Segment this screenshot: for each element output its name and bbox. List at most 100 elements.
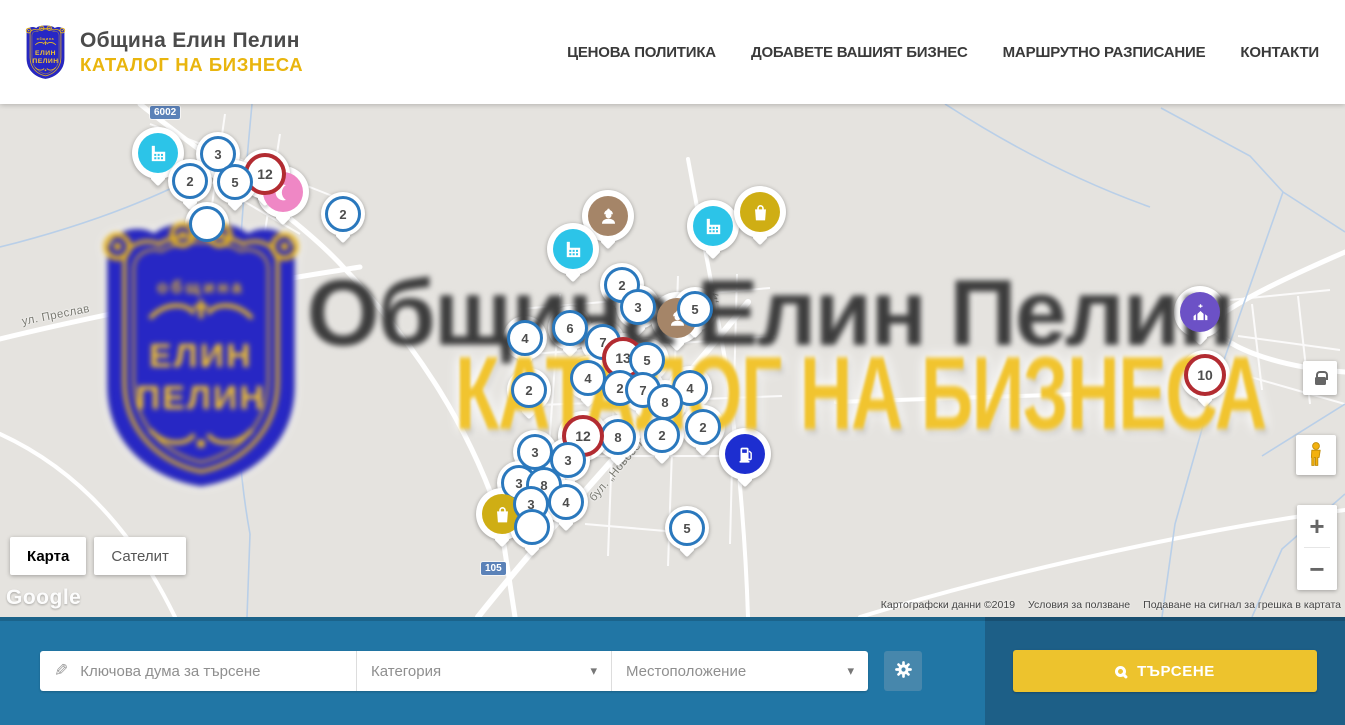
- map-type-switcher: КартаСателит: [10, 537, 186, 575]
- business-pin-bag[interactable]: [734, 186, 786, 238]
- cluster-marker[interactable]: 2: [507, 368, 551, 412]
- cluster-count: 8: [614, 430, 621, 445]
- chevron-down-icon: ▾: [847, 663, 854, 679]
- cluster-ring: 6: [552, 310, 588, 346]
- site-brand[interactable]: община ЕЛИН ПЕЛИН Община Елин Пелин КАТА…: [22, 24, 303, 81]
- pegman-streetview-button[interactable]: [1296, 435, 1336, 475]
- worker-icon: [588, 196, 628, 236]
- gear-icon: [894, 660, 913, 682]
- cluster-marker[interactable]: 2: [640, 413, 684, 457]
- header: община ЕЛИН ПЕЛИН Община Елин Пелин КАТА…: [0, 0, 1345, 104]
- location-select[interactable]: Местоположение ▾: [611, 651, 868, 691]
- cluster-ring: 3: [620, 289, 656, 325]
- map-canvas[interactable]: 6002105 ул. Преславбул. „Новоселци“ 1232…: [0, 104, 1345, 617]
- cluster-count: 4: [686, 381, 693, 396]
- attribution-report-map-error[interactable]: Подаване на сигнал за грешка в картата: [1143, 599, 1341, 611]
- chevron-down-icon: ▾: [590, 663, 597, 679]
- bag-icon: [740, 192, 780, 232]
- cluster-marker[interactable]: 2: [321, 192, 365, 236]
- site-title: Община Елин Пелин: [80, 29, 303, 53]
- cluster-ring: 2: [685, 409, 721, 445]
- cluster-count: 4: [584, 371, 591, 386]
- cluster-marker[interactable]: 2: [681, 405, 725, 449]
- cluster-count: 2: [699, 420, 706, 435]
- cluster-count: 4: [521, 331, 528, 346]
- cluster-ring: 2: [511, 372, 547, 408]
- nav-item-add-your-business[interactable]: ДОБАВЕТЕ ВАШИЯТ БИЗНЕС: [751, 44, 968, 61]
- fuel-icon: [725, 434, 765, 474]
- attribution-map-data-copyright: Картографски данни ©2019: [881, 599, 1015, 611]
- cluster-count: 6: [566, 321, 573, 336]
- cluster-count: 4: [562, 495, 569, 510]
- nav-item-pricing-policy[interactable]: ЦЕНОВА ПОЛИТИКА: [567, 44, 716, 61]
- nav-item-contacts[interactable]: КОНТАКТИ: [1240, 44, 1319, 61]
- cluster-marker[interactable]: 10: [1180, 350, 1230, 400]
- cluster-ring: 2: [644, 417, 680, 453]
- search-fields-group: ✎ Категория ▾ Местоположение ▾: [40, 651, 868, 691]
- cluster-marker[interactable]: 4: [503, 316, 547, 360]
- cluster-ring: 2: [325, 196, 361, 232]
- cluster-marker[interactable]: 5: [665, 506, 709, 550]
- search-bar-left: ✎ Категория ▾ Местоположение ▾: [0, 617, 985, 725]
- category-select[interactable]: Категория ▾: [356, 651, 611, 691]
- search-button-label: ТЪРСЕНЕ: [1137, 663, 1215, 680]
- cluster-count: 12: [575, 428, 591, 444]
- cluster-count: 5: [691, 302, 698, 317]
- zoom-in-button[interactable]: +: [1297, 505, 1337, 547]
- factory-icon: [553, 229, 593, 269]
- cluster-count: 5: [231, 175, 238, 190]
- cluster-count: 3: [634, 300, 641, 315]
- svg-text:ЕЛИН: ЕЛИН: [35, 49, 56, 56]
- zoom-out-button[interactable]: −: [1297, 548, 1337, 590]
- lock-icon: [1315, 377, 1326, 385]
- cluster-count: 10: [1197, 367, 1213, 383]
- cluster-ring: 2: [172, 163, 208, 199]
- main-nav: ЦЕНОВА ПОЛИТИКА ДОБАВЕТЕ ВАШИЯТ БИЗНЕС МАР…: [567, 44, 1319, 61]
- svg-text:община: община: [37, 36, 55, 40]
- road-number-label: 6002: [150, 106, 180, 119]
- attribution-terms-of-use[interactable]: Условия за ползване: [1028, 599, 1130, 611]
- pencil-icon: ✎: [54, 661, 68, 681]
- pegman-icon: [1304, 441, 1328, 470]
- search-bar: ✎ Категория ▾ Местоположение ▾: [0, 617, 1345, 725]
- cluster-ring: 5: [677, 291, 713, 327]
- cluster-count: 2: [618, 278, 625, 293]
- search-submit-button[interactable]: ТЪРСЕНЕ: [1013, 650, 1317, 692]
- business-pin-church[interactable]: [1174, 286, 1226, 338]
- page: община ЕЛИН ПЕЛИН Община Елин Пелин КАТА…: [0, 0, 1345, 725]
- map-type-button-satellite[interactable]: Сателит: [94, 537, 186, 575]
- cluster-count: 2: [339, 207, 346, 222]
- location-select-label: Местоположение: [626, 663, 839, 680]
- map-attribution: Картографски данни ©2019 Условия за ползв…: [881, 599, 1341, 611]
- google-logo[interactable]: Google: [6, 586, 81, 610]
- cluster-ring: 4: [570, 360, 606, 396]
- cluster-ring: 5: [669, 510, 705, 546]
- cluster-marker[interactable]: [185, 202, 229, 246]
- business-pin-factory[interactable]: [547, 223, 599, 275]
- road-number-label: 105: [481, 562, 506, 575]
- cluster-count: 7: [639, 383, 646, 398]
- keyword-input[interactable]: [78, 662, 342, 681]
- business-pin-fuel[interactable]: [719, 428, 771, 480]
- municipality-crest-logo: община ЕЛИН ПЕЛИН: [22, 24, 69, 81]
- cluster-ring: 5: [217, 164, 253, 200]
- site-subtitle: КАТАЛОГ НА БИЗНЕСА: [80, 54, 303, 76]
- map-type-button-map[interactable]: Карта: [10, 537, 86, 575]
- map-lock-button[interactable]: [1303, 361, 1337, 395]
- cluster-count: 8: [661, 395, 668, 410]
- svg-text:ПЕЛИН: ПЕЛИН: [32, 58, 58, 65]
- business-pin-factory[interactable]: [687, 200, 739, 252]
- cluster-count: 5: [683, 521, 690, 536]
- search-icon: [1115, 666, 1126, 677]
- factory-icon: [693, 206, 733, 246]
- nav-item-route-schedule[interactable]: МАРШРУТНО РАЗПИСАНИЕ: [1003, 44, 1206, 61]
- advanced-search-settings-button[interactable]: [884, 651, 922, 691]
- church-icon: [1180, 292, 1220, 332]
- cluster-ring: [514, 509, 550, 545]
- cluster-ring: [189, 206, 225, 242]
- cluster-count: 2: [525, 383, 532, 398]
- cluster-count: 3: [564, 453, 571, 468]
- cluster-ring: 4: [507, 320, 543, 356]
- cluster-ring: 10: [1184, 354, 1226, 396]
- cluster-count: 2: [186, 174, 193, 189]
